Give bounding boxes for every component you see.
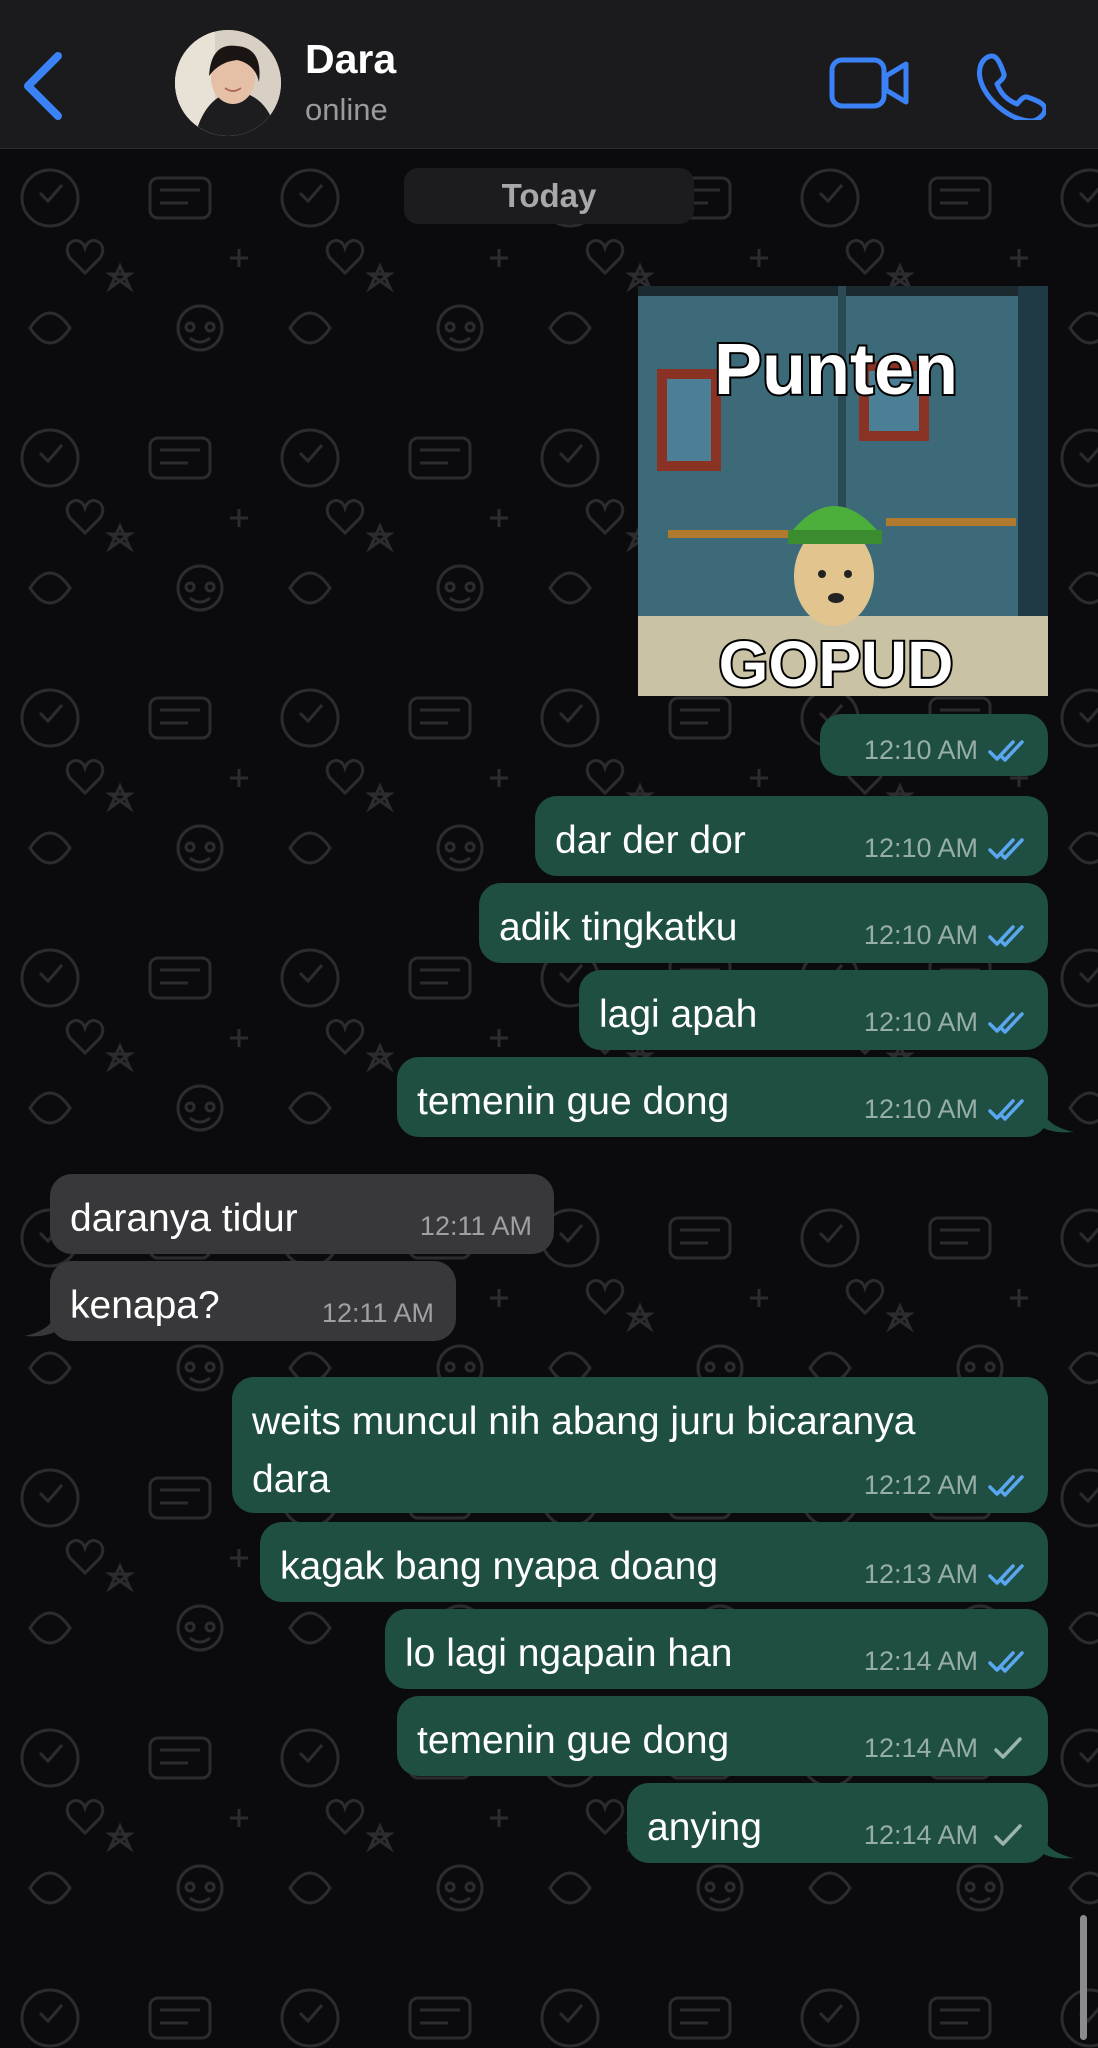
message-bubble[interactable]: lo lagi ngapain han 12:14 AM: [385, 1609, 1048, 1689]
sticker-image[interactable]: Punten GOPUD: [638, 286, 1048, 696]
read-receipt-icon: [988, 1563, 1024, 1586]
back-chevron-icon[interactable]: [14, 44, 74, 128]
message-bubble[interactable]: kagak bang nyapa doang 12:13 AM: [260, 1522, 1048, 1602]
message-bubble[interactable]: lagi apah 12:10 AM: [579, 970, 1048, 1050]
message-bubble[interactable]: temenin gue dong 12:14 AM: [397, 1696, 1048, 1776]
message-bubble[interactable]: temenin gue dong 12:10 AM: [397, 1057, 1048, 1137]
read-receipt-icon: [988, 837, 1024, 860]
message-bubble[interactable]: weits muncul nih abang juru bicaranya da…: [232, 1377, 1048, 1513]
read-receipt-icon: [988, 739, 1024, 762]
sent-check-icon: [994, 1823, 1022, 1846]
message-bubble[interactable]: kenapa? 12:11 AM: [50, 1261, 456, 1341]
scrollbar[interactable]: [1080, 1915, 1087, 2040]
message-time: 12:10 AM: [863, 1007, 978, 1037]
message-time: 12:10 AM: [863, 833, 978, 863]
message-time: 12:14 AM: [863, 1820, 978, 1850]
chat-header: Dara online: [0, 0, 1098, 149]
bubble-tail: [1040, 1104, 1074, 1133]
sticker-top-text: Punten: [714, 330, 958, 410]
message-time: 12:10 AM: [863, 920, 978, 950]
contact-status: online: [305, 92, 388, 127]
message-bubble[interactable]: daranya tidur 12:11 AM: [50, 1174, 554, 1254]
message-time: 12:11 AM: [419, 1211, 532, 1241]
read-receipt-icon: [988, 1650, 1024, 1673]
date-separator: Today: [404, 168, 694, 224]
read-receipt-icon: [988, 924, 1024, 947]
message-time: 12:11 AM: [321, 1298, 434, 1328]
message-time: 12:13 AM: [863, 1559, 978, 1589]
sticker-bottom-text: GOPUD: [719, 628, 954, 696]
video-call-icon[interactable]: [828, 52, 910, 114]
message-time: 12:14 AM: [863, 1733, 978, 1763]
read-receipt-icon: [988, 1011, 1024, 1034]
voice-call-icon[interactable]: [976, 50, 1046, 120]
message-time: 12:12 AM: [863, 1470, 978, 1500]
message-time: 12:10 AM: [863, 1094, 978, 1124]
message-bubble[interactable]: anying 12:14 AM: [627, 1783, 1048, 1863]
sent-check-icon: [994, 1736, 1022, 1759]
message-time: 12:14 AM: [863, 1646, 978, 1676]
message-bubble[interactable]: adik tingkatku 12:10 AM: [479, 883, 1048, 963]
bubble-tail: [1040, 1830, 1074, 1859]
contact-avatar[interactable]: [175, 30, 281, 136]
message-time: 12:10 AM: [863, 735, 978, 765]
message-bubble[interactable]: dar der dor 12:10 AM: [535, 796, 1048, 876]
read-receipt-icon: [988, 1474, 1024, 1497]
read-receipt-icon: [988, 1098, 1024, 1121]
bubble-tail: [24, 1308, 58, 1337]
contact-name[interactable]: Dara: [305, 36, 396, 83]
sticker-timestamp-bubble[interactable]: 12:10 AM: [820, 714, 1048, 776]
